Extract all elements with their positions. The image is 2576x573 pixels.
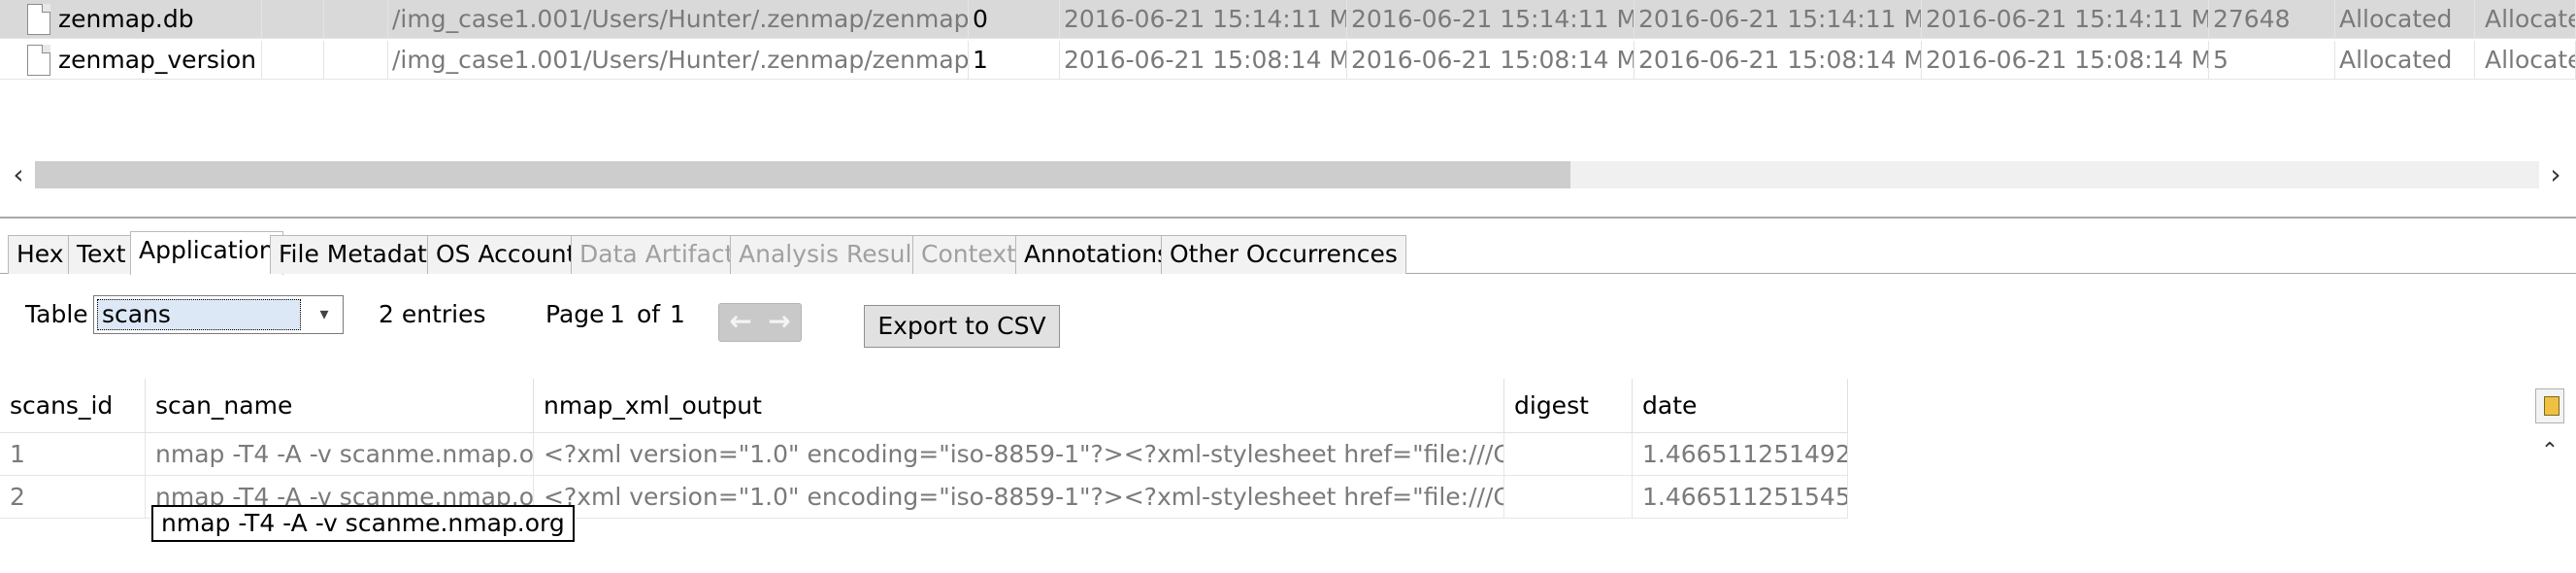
horizontal-scrollbar[interactable]: ‹ ›	[0, 157, 2576, 192]
cell-digest[interactable]	[1504, 433, 1633, 476]
file-created-time: 2016-06-21 15:08:14 MSK	[1926, 41, 2209, 80]
column-header[interactable]: digest	[1504, 379, 1633, 433]
cell-tooltip: nmap -T4 -A -v scanme.nmap.org	[151, 505, 575, 542]
column-header[interactable]: scan_name	[146, 379, 534, 433]
file-row[interactable]: zenmap.db /img_case1.001/Users/Hunter/.z…	[0, 0, 2576, 39]
file-listing-table: zenmap.db /img_case1.001/Users/Hunter/.z…	[0, 0, 2576, 219]
file-size: 5	[2213, 41, 2335, 80]
file-meta-flags: Allocated	[2485, 41, 2576, 80]
content-viewer-tabs: Hex Text Application File Metadata OS Ac…	[0, 231, 2576, 275]
file-cell-empty	[324, 41, 388, 80]
tab-context: Context	[912, 235, 1025, 274]
file-cell-empty	[262, 41, 324, 80]
file-icon	[27, 4, 50, 35]
file-modified-time: 2016-06-21 15:14:11 MSK	[1064, 0, 1347, 39]
scrollbar-track[interactable]	[35, 161, 2539, 188]
tab-application[interactable]: Application	[130, 231, 283, 275]
file-accessed-time: 2016-06-21 15:08:14 MSK	[1638, 41, 1922, 80]
tab-analysis-results: Analysis Results	[730, 235, 943, 274]
arrow-right-icon[interactable]: →	[760, 304, 799, 341]
file-path: /img_case1.001/Users/Hunter/.zenmap/zenm…	[392, 0, 969, 39]
page-total: 1	[670, 300, 685, 328]
file-row[interactable]: zenmap_version /img_case1.001/Users/Hunt…	[0, 41, 2576, 80]
sqlite-viewer-toolbar: Table scans ▾ 2 entries Page 1 of 1 ← → …	[0, 282, 2576, 359]
page-of-label: of	[637, 300, 661, 328]
file-accessed-time: 2016-06-21 15:14:11 MSK	[1638, 0, 1922, 39]
cell-date[interactable]: 1.466511251492E9	[1633, 433, 1848, 476]
tab-annotations[interactable]: Annotations	[1015, 235, 1179, 274]
table-label: Table	[25, 300, 88, 328]
file-score: 1	[973, 41, 1060, 80]
arrow-left-icon[interactable]: ←	[721, 304, 760, 341]
file-created-time: 2016-06-21 15:14:11 MSK	[1926, 0, 2209, 39]
file-size: 27648	[2213, 0, 2335, 39]
file-cell-empty	[324, 0, 388, 39]
tab-other-occurrences[interactable]: Other Occurrences	[1161, 235, 1406, 274]
file-path: /img_case1.001/Users/Hunter/.zenmap/zenm…	[392, 41, 969, 80]
entry-count: 2 entries	[379, 300, 486, 328]
file-name: zenmap.db	[58, 0, 262, 39]
file-icon	[27, 45, 50, 76]
chevron-up-icon[interactable]: ⌃	[2535, 437, 2564, 466]
file-dir-flags: Allocated	[2339, 41, 2475, 80]
export-csv-button[interactable]: Export to CSV	[864, 305, 1060, 348]
chevron-right-icon[interactable]: ›	[2541, 157, 2570, 192]
cell-nmap-xml-output[interactable]: <?xml version="1.0" encoding="iso-8859-1…	[534, 433, 1504, 476]
scans-table: scans_id scan_name nmap_xml_output diges…	[0, 379, 2576, 573]
cell-nmap-xml-output[interactable]: <?xml version="1.0" encoding="iso-8859-1…	[534, 476, 1504, 519]
tab-file-metadata[interactable]: File Metadata	[270, 235, 451, 274]
column-header[interactable]: nmap_xml_output	[534, 379, 1504, 433]
chevron-down-icon[interactable]: ▾	[310, 296, 339, 333]
file-name: zenmap_version	[58, 41, 262, 80]
page-navigation: ← →	[718, 303, 802, 342]
column-header[interactable]: scans_id	[0, 379, 146, 433]
tab-os-account[interactable]: OS Account	[427, 235, 585, 274]
page-label: Page	[545, 300, 605, 328]
file-changed-time: 2016-06-21 15:08:14 MSK	[1351, 41, 1635, 80]
cell-digest[interactable]	[1504, 476, 1633, 519]
table-select[interactable]: scans ▾	[93, 295, 344, 334]
page-current: 1	[610, 300, 625, 328]
table-select-value[interactable]: scans	[97, 299, 301, 330]
file-cell-empty	[262, 0, 324, 39]
column-header[interactable]: date	[1633, 379, 1848, 433]
file-changed-time: 2016-06-21 15:14:11 MSK	[1351, 0, 1635, 39]
cell-scan-name[interactable]: nmap -T4 -A -v scanme.nmap.org	[146, 433, 534, 476]
file-dir-flags: Allocated	[2339, 0, 2475, 39]
chevron-left-icon[interactable]: ‹	[4, 157, 33, 192]
scrollbar-thumb[interactable]	[35, 161, 1570, 188]
file-score: 0	[973, 0, 1060, 39]
tab-data-artifacts: Data Artifacts	[571, 235, 756, 274]
column-chooser-icon[interactable]	[2535, 388, 2564, 423]
file-meta-flags: Allocated	[2485, 0, 2576, 39]
cell-scans-id[interactable]: 2	[0, 476, 146, 519]
tab-hex[interactable]: Hex	[8, 235, 73, 274]
cell-date[interactable]: 1.466511251545E9	[1633, 476, 1848, 519]
file-modified-time: 2016-06-21 15:08:14 MSK	[1064, 41, 1347, 80]
cell-scans-id[interactable]: 1	[0, 433, 146, 476]
tab-text[interactable]: Text	[68, 235, 135, 274]
